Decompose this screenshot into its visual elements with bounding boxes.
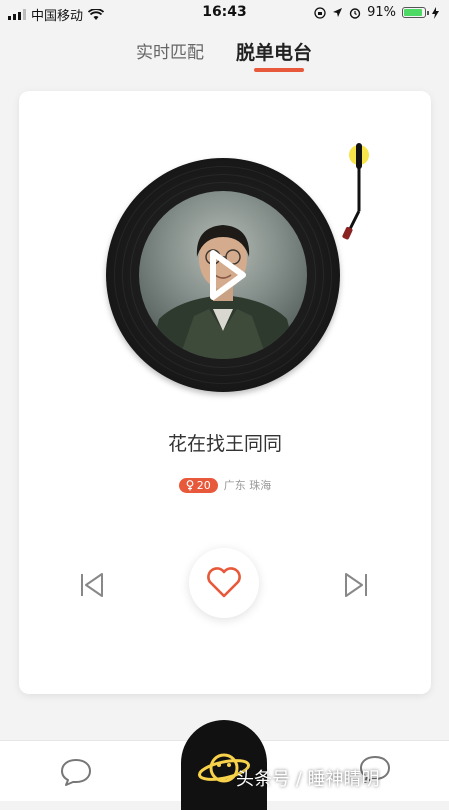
tonearm-icon bbox=[342, 143, 369, 240]
rotation-lock-icon bbox=[314, 6, 326, 19]
skip-previous-icon[interactable] bbox=[79, 571, 105, 599]
status-right: 91% bbox=[314, 5, 439, 20]
location-label: 广东 珠海 bbox=[223, 479, 272, 492]
like-button[interactable] bbox=[189, 548, 259, 618]
radio-card: 花在找王同同 20 广东 珠海 bbox=[19, 91, 431, 694]
user-name: 花在找王同同 bbox=[167, 433, 282, 455]
age-badge: 20 bbox=[178, 477, 218, 493]
location-arrow-icon bbox=[333, 8, 343, 17]
play-icon[interactable] bbox=[207, 249, 247, 301]
skip-next-icon[interactable] bbox=[343, 571, 369, 599]
female-icon bbox=[186, 479, 194, 490]
charging-icon bbox=[432, 6, 439, 19]
top-tabs: 实时匹配 脱单电台 bbox=[0, 38, 449, 78]
battery-icon bbox=[402, 7, 429, 18]
tab-realtime-match[interactable]: 实时匹配 bbox=[136, 38, 204, 63]
age-value: 20 bbox=[196, 478, 211, 492]
heart-icon bbox=[207, 567, 241, 598]
status-bar: 中国移动 16:43 91% bbox=[0, 0, 449, 26]
active-tab-indicator bbox=[254, 68, 304, 72]
user-meta: 20 广东 珠海 bbox=[19, 477, 431, 493]
alarm-icon bbox=[349, 7, 361, 19]
watermark-text: 头条号 / 睡神睛明 bbox=[236, 769, 380, 790]
battery-percent: 91% bbox=[367, 5, 396, 20]
tab-dating-radio[interactable]: 脱单电台 bbox=[236, 38, 312, 65]
chat-bubble-icon[interactable] bbox=[59, 757, 93, 787]
